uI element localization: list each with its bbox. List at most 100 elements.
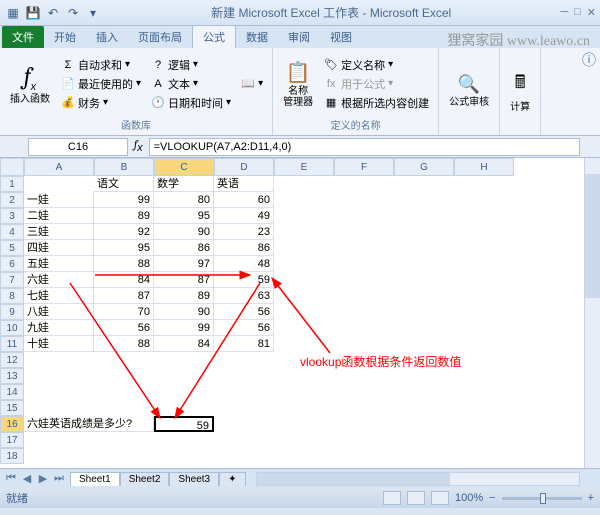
col-header-E[interactable]: E <box>274 158 334 176</box>
cell[interactable]: 60 <box>214 192 274 208</box>
cell[interactable]: 80 <box>154 192 214 208</box>
col-header-H[interactable]: H <box>454 158 514 176</box>
tab-insert[interactable]: 插入 <box>86 26 128 48</box>
formula-bar[interactable]: =VLOOKUP(A7,A2:D11,4,0) <box>149 138 580 156</box>
row-header-2[interactable]: 2 <box>0 192 24 208</box>
cell[interactable]: 英语 <box>214 176 274 192</box>
row-header-7[interactable]: 7 <box>0 272 24 288</box>
cell[interactable]: 六娃英语成绩是多少? <box>24 416 154 432</box>
row-header-5[interactable]: 5 <box>0 240 24 256</box>
cell[interactable]: 十娃 <box>24 336 94 352</box>
horizontal-scrollbar[interactable] <box>256 472 581 486</box>
text-button[interactable]: A文本 ▾ <box>148 75 234 93</box>
row-header-11[interactable]: 11 <box>0 336 24 352</box>
cell[interactable]: 59 <box>154 416 214 432</box>
cell[interactable]: 81 <box>214 336 274 352</box>
formula-audit-button[interactable]: 🔍公式审核 <box>445 50 493 132</box>
fx-label-icon[interactable]: fx <box>134 138 143 154</box>
row-header-16[interactable]: 16 <box>0 416 24 432</box>
zoom-thumb[interactable] <box>540 493 546 504</box>
cell[interactable]: 95 <box>154 208 214 224</box>
close-button[interactable]: ✕ <box>587 6 596 19</box>
cell[interactable]: 四娃 <box>24 240 94 256</box>
sheet-tab-1[interactable]: Sheet1 <box>70 472 120 486</box>
cell[interactable]: 59 <box>214 272 274 288</box>
cell[interactable]: 86 <box>214 240 274 256</box>
redo-icon[interactable]: ↷ <box>64 4 82 22</box>
cell[interactable]: 56 <box>214 320 274 336</box>
minimize-button[interactable]: ─ <box>560 6 568 19</box>
cell[interactable]: 49 <box>214 208 274 224</box>
page-break-view-button[interactable] <box>431 491 449 505</box>
col-header-B[interactable]: B <box>94 158 154 176</box>
tab-file[interactable]: 文件 <box>2 26 44 48</box>
row-header-10[interactable]: 10 <box>0 320 24 336</box>
sheet-last-icon[interactable]: ⏭ <box>52 472 66 485</box>
tab-view[interactable]: 视图 <box>320 26 362 48</box>
cell[interactable]: 48 <box>214 256 274 272</box>
sheet-first-icon[interactable]: ⏮ <box>4 472 18 485</box>
calc-button[interactable]: 🖩计算 <box>506 50 534 132</box>
zoom-in-button[interactable]: + <box>588 492 594 504</box>
row-header-18[interactable]: 18 <box>0 448 24 464</box>
sheet-tab-3[interactable]: Sheet3 <box>169 472 219 486</box>
row-header-9[interactable]: 9 <box>0 304 24 320</box>
cell[interactable]: 63 <box>214 288 274 304</box>
cell[interactable]: 95 <box>94 240 154 256</box>
col-header-A[interactable]: A <box>24 158 94 176</box>
cell[interactable]: 87 <box>94 288 154 304</box>
cell[interactable]: 99 <box>154 320 214 336</box>
sheet-next-icon[interactable]: ▶ <box>36 472 50 485</box>
cell[interactable]: 88 <box>94 336 154 352</box>
col-header-C[interactable]: C <box>154 158 214 176</box>
vscroll-thumb[interactable] <box>585 174 600 298</box>
cell[interactable]: 语文 <box>94 176 154 192</box>
page-layout-view-button[interactable] <box>407 491 425 505</box>
cell[interactable]: 87 <box>154 272 214 288</box>
cell[interactable]: 数学 <box>154 176 214 192</box>
logical-button[interactable]: ?逻辑 ▾ <box>148 56 234 74</box>
cell[interactable]: 84 <box>94 272 154 288</box>
cell[interactable]: 97 <box>154 256 214 272</box>
select-all-corner[interactable] <box>0 158 24 176</box>
col-header-G[interactable]: G <box>394 158 454 176</box>
zoom-slider[interactable] <box>502 497 582 500</box>
cell[interactable]: 89 <box>94 208 154 224</box>
name-box[interactable]: C16 <box>28 138 128 156</box>
more-fn-button[interactable]: 📖▾ <box>238 76 266 92</box>
recent-button[interactable]: 📄最近使用的 ▾ <box>58 75 144 93</box>
save-icon[interactable]: 💾 <box>24 4 42 22</box>
cell[interactable]: 九娃 <box>24 320 94 336</box>
cell[interactable]: 二娃 <box>24 208 94 224</box>
define-name-button[interactable]: 🏷定义名称 ▾ <box>321 56 432 74</box>
row-header-4[interactable]: 4 <box>0 224 24 240</box>
cell[interactable]: 七娃 <box>24 288 94 304</box>
qat-dropdown-icon[interactable]: ▾ <box>84 4 102 22</box>
create-from-selection-button[interactable]: ▦根据所选内容创建 <box>321 94 432 112</box>
cell[interactable]: 70 <box>94 304 154 320</box>
cell[interactable]: 六娃 <box>24 272 94 288</box>
cell[interactable]: 84 <box>154 336 214 352</box>
cell[interactable]: 五娃 <box>24 256 94 272</box>
tab-layout[interactable]: 页面布局 <box>128 26 192 48</box>
cell[interactable]: 99 <box>94 192 154 208</box>
cell[interactable]: 八娃 <box>24 304 94 320</box>
cell[interactable]: 56 <box>214 304 274 320</box>
zoom-level[interactable]: 100% <box>455 492 483 504</box>
sheet-prev-icon[interactable]: ◀ <box>20 472 34 485</box>
row-header-12[interactable]: 12 <box>0 352 24 368</box>
datetime-button[interactable]: 🕐日期和时间 ▾ <box>148 94 234 112</box>
tab-review[interactable]: 审阅 <box>278 26 320 48</box>
zoom-out-button[interactable]: − <box>489 492 495 504</box>
col-header-F[interactable]: F <box>334 158 394 176</box>
cell[interactable]: 一娃 <box>24 192 94 208</box>
undo-icon[interactable]: ↶ <box>44 4 62 22</box>
cell[interactable]: 89 <box>154 288 214 304</box>
row-header-8[interactable]: 8 <box>0 288 24 304</box>
cell[interactable]: 86 <box>154 240 214 256</box>
row-header-17[interactable]: 17 <box>0 432 24 448</box>
row-header-13[interactable]: 13 <box>0 368 24 384</box>
cell[interactable]: 88 <box>94 256 154 272</box>
hscroll-thumb[interactable] <box>257 473 451 485</box>
new-sheet-button[interactable]: ✦ <box>219 472 245 486</box>
